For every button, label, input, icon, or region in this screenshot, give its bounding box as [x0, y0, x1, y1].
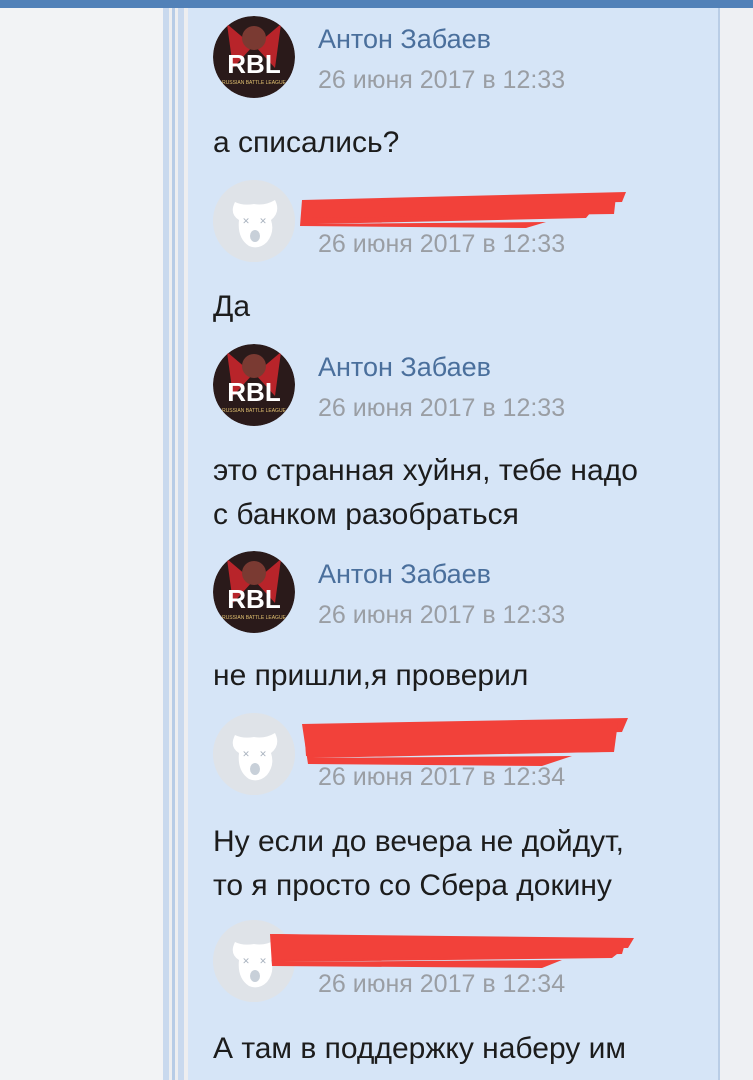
deactivated-dog-icon: ✕ ✕ — [213, 180, 295, 262]
thread-line — [172, 8, 175, 1080]
top-bar — [0, 0, 753, 8]
message-text: А там в поддержку наберу им — [213, 1032, 627, 1065]
deactivated-dog-icon: ✕ ✕ — [213, 713, 295, 795]
message-date[interactable]: 26 июня 2017 в 12:33 — [318, 230, 565, 259]
redaction-scribble — [302, 718, 628, 766]
message-date[interactable]: 26 июня 2017 в 12:34 — [318, 970, 565, 999]
message-date[interactable]: 26 июня 2017 в 12:33 — [318, 601, 565, 630]
thread-line — [163, 8, 169, 1080]
message-date[interactable]: 26 июня 2017 в 12:33 — [318, 66, 565, 95]
message-text: Да — [213, 290, 251, 323]
default-dog-avatar[interactable]: ✕ ✕ — [213, 713, 295, 795]
message-text-line: это странная хуйня, тебе надо — [213, 454, 638, 487]
message-text: не пришли,я проверил — [213, 659, 529, 692]
message-item: RBL RUSSIAN BATTLE LEAGUE Антон Забаев 2… — [213, 551, 713, 701]
svg-text:✕: ✕ — [242, 957, 250, 967]
default-dog-avatar[interactable]: ✕ ✕ — [213, 180, 295, 262]
svg-text:RBL: RBL — [227, 377, 281, 407]
rbl-logo-avatar[interactable]: RBL RUSSIAN BATTLE LEAGUE — [213, 551, 295, 633]
message-text-line: с банком разобраться — [213, 498, 519, 531]
svg-text:✕: ✕ — [259, 750, 267, 760]
svg-text:RUSSIAN BATTLE LEAGUE: RUSSIAN BATTLE LEAGUE — [222, 80, 286, 86]
right-background — [720, 8, 753, 1080]
rbl-logo-avatar[interactable]: RBL RUSSIAN BATTLE LEAGUE — [213, 16, 295, 98]
message-text: а списались? — [213, 126, 400, 159]
author-name-link[interactable]: Антон Забаев — [318, 559, 491, 590]
redaction-scribble — [300, 192, 626, 228]
message-date[interactable]: 26 июня 2017 в 12:33 — [318, 394, 565, 423]
rbl-logo-icon: RBL RUSSIAN BATTLE LEAGUE — [213, 344, 295, 426]
rbl-logo-icon: RBL RUSSIAN BATTLE LEAGUE — [213, 551, 295, 633]
svg-text:RBL: RBL — [227, 49, 281, 79]
svg-text:✕: ✕ — [242, 750, 250, 760]
svg-text:RUSSIAN BATTLE LEAGUE: RUSSIAN BATTLE LEAGUE — [222, 408, 286, 414]
message-text-line: Ну если до вечера не дойдут, — [213, 825, 624, 858]
rbl-logo-avatar[interactable]: RBL RUSSIAN BATTLE LEAGUE — [213, 344, 295, 426]
svg-text:RBL: RBL — [227, 584, 281, 614]
svg-text:RUSSIAN BATTLE LEAGUE: RUSSIAN BATTLE LEAGUE — [222, 615, 286, 621]
author-name-link[interactable]: Антон Забаев — [318, 24, 491, 55]
redaction-scribble — [270, 934, 634, 968]
rbl-logo-icon: RBL RUSSIAN BATTLE LEAGUE — [213, 16, 295, 98]
message-item: RBL RUSSIAN BATTLE LEAGUE Антон Забаев 2… — [213, 344, 713, 540]
svg-text:✕: ✕ — [242, 217, 250, 227]
message-text-line: то я просто со Сбера докину — [213, 869, 612, 902]
left-background — [0, 8, 163, 1080]
author-name-link[interactable]: Антон Забаев — [318, 352, 491, 383]
svg-text:✕: ✕ — [259, 217, 267, 227]
message-item: RBL RUSSIAN BATTLE LEAGUE Антон Забаев 2… — [213, 16, 713, 166]
thread-line — [178, 8, 184, 1080]
